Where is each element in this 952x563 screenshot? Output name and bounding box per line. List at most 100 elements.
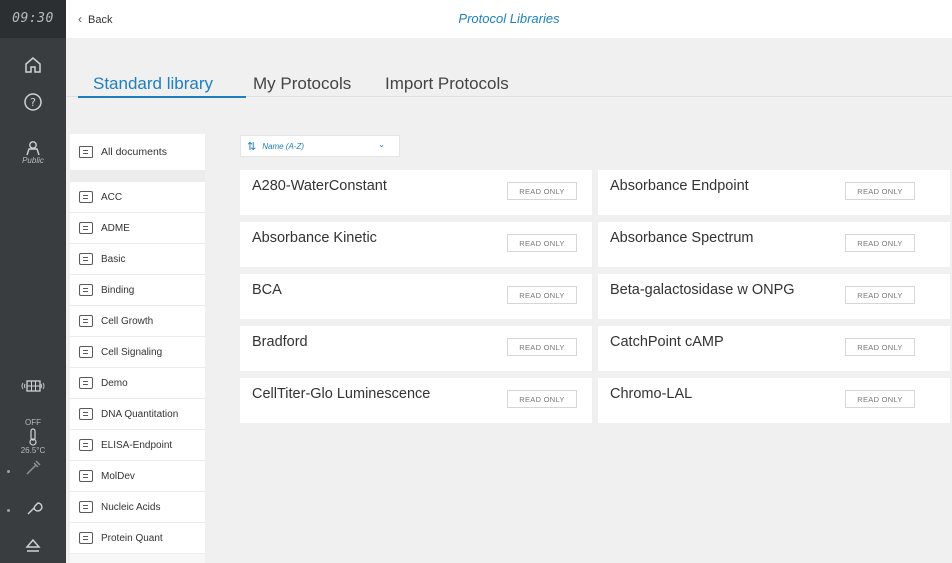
read-only-badge: READ ONLY [845,390,915,408]
protocol-name: Bradford [252,334,308,350]
folder-icon [79,284,93,296]
protocol-name: A280-WaterConstant [252,178,387,194]
protocol-card[interactable]: CatchPoint cAMP READ ONLY [598,326,950,371]
top-bar: ‹ Back Protocol Libraries [66,0,952,39]
protocol-name: Absorbance Spectrum [610,230,754,246]
folder-label: Cell Growth [101,315,154,327]
folder-item[interactable]: MolDev [70,461,205,492]
sort-label: Name (A-Z) [262,141,304,151]
folder-label: Cell Signaling [101,346,163,358]
read-only-badge: READ ONLY [845,338,915,356]
folder-label: DNA Quantitation [101,408,179,420]
user-icon [26,141,40,156]
clock: 09:30 [0,0,66,38]
tab-my-protocols[interactable]: My Protocols [253,74,351,94]
eject-button[interactable] [0,536,66,556]
folder-label: ACC [101,191,123,203]
folder-item[interactable]: Binding [70,275,205,306]
page-title: Protocol Libraries [458,11,560,26]
read-only-badge: READ ONLY [507,234,577,252]
protocol-card[interactable]: Chromo-LAL READ ONLY [598,378,950,423]
folder-icon [79,470,93,482]
protocol-name: Chromo-LAL [610,386,693,402]
tab-standard-library[interactable]: Standard library [93,74,213,94]
folder-icon [79,315,93,327]
read-only-badge: READ ONLY [507,182,577,200]
protocol-card[interactable]: BCA READ ONLY [240,274,592,319]
folder-icon [79,377,93,389]
protocol-name: Beta-galactosidase w ONPG [610,282,795,298]
protocol-name: CatchPoint cAMP [610,334,724,350]
documents-icon [79,146,93,158]
folder-item[interactable]: Nucleic Acids [70,492,205,523]
protocol-card[interactable]: Absorbance Kinetic READ ONLY [240,222,592,267]
folder-icon [79,253,93,265]
folder-label: MolDev [101,470,135,482]
protocol-card[interactable]: Beta-galactosidase w ONPG READ ONLY [598,274,950,319]
folder-label: Protein Quant [101,532,163,544]
folder-item[interactable]: ACC [70,182,205,213]
protocol-name: BCA [252,282,282,298]
protocol-name: CellTiter-Glo Luminescence [252,386,431,402]
folder-item[interactable]: ELISA-Endpoint [70,430,205,461]
home-icon [25,57,41,73]
svg-text:?: ? [30,96,36,109]
left-rail: 09:30 ? Public OFF 26.5°C [0,0,66,563]
folder-icon [79,532,93,544]
folder-label: All documents [101,146,167,158]
wrench-icon [27,502,43,515]
folder-icon [79,191,93,203]
help-icon: ? [24,93,42,111]
protocol-card[interactable]: CellTiter-Glo Luminescence READ ONLY [240,378,592,423]
protocol-card[interactable]: Bradford READ ONLY [240,326,592,371]
plate-button[interactable] [0,378,66,394]
folder-item[interactable]: ADME [70,213,205,244]
read-only-badge: READ ONLY [507,390,577,408]
folder-icon [79,346,93,358]
heater-state: OFF [25,418,41,427]
user-button[interactable]: Public [0,140,66,166]
pipette-icon [26,460,41,475]
help-button[interactable]: ? [0,92,66,112]
home-button[interactable] [0,55,66,75]
tab-import-protocols[interactable]: Import Protocols [385,74,509,94]
folder-icon [79,439,93,451]
user-label: Public [22,156,44,165]
tools-button[interactable] [0,498,66,518]
chevron-down-icon: ⌄ [378,140,385,149]
read-only-badge: READ ONLY [845,286,915,304]
folder-list: All documents ACC ADME Basic Binding Cell Gr… [70,134,205,563]
thermometer-icon [29,428,37,446]
protocol-name: Absorbance Kinetic [252,230,377,246]
protocol-card[interactable]: Absorbance Endpoint READ ONLY [598,170,950,215]
protocol-card[interactable]: Absorbance Spectrum READ ONLY [598,222,950,267]
folder-item[interactable]: Demo [70,368,205,399]
calibrate-button[interactable] [0,458,66,478]
folder-item[interactable]: Basic [70,244,205,275]
heater-temp: 26.5°C [20,446,46,455]
folder-label: Basic [101,253,126,265]
folder-item[interactable]: Protein Quant [70,523,205,554]
folder-icon [79,408,93,420]
plate-icon [21,380,45,392]
folder-label: Nucleic Acids [101,501,161,513]
library-tabs: Standard library My Protocols Import Pro… [66,38,952,96]
temperature-control[interactable]: OFF 26.5°C [0,418,66,456]
folder-separator [70,170,205,182]
folder-label: ADME [101,222,130,234]
folder-item[interactable]: Cell Signaling [70,337,205,368]
read-only-badge: READ ONLY [507,338,577,356]
sort-dropdown[interactable]: ⇅ Name (A-Z) ⌄ [240,135,400,157]
folder-item[interactable]: Cell Growth [70,306,205,337]
active-tab-indicator [78,96,246,98]
folder-label: Binding [101,284,135,296]
sort-icon: ⇅ [247,140,257,153]
read-only-badge: READ ONLY [845,182,915,200]
eject-icon [25,538,41,552]
folder-item[interactable]: DNA Quantitation [70,399,205,430]
folder-all-documents[interactable]: All documents [70,134,205,171]
protocol-name: Absorbance Endpoint [610,178,749,194]
folder-label: Demo [101,377,128,389]
read-only-badge: READ ONLY [507,286,577,304]
protocol-card[interactable]: A280-WaterConstant READ ONLY [240,170,592,215]
